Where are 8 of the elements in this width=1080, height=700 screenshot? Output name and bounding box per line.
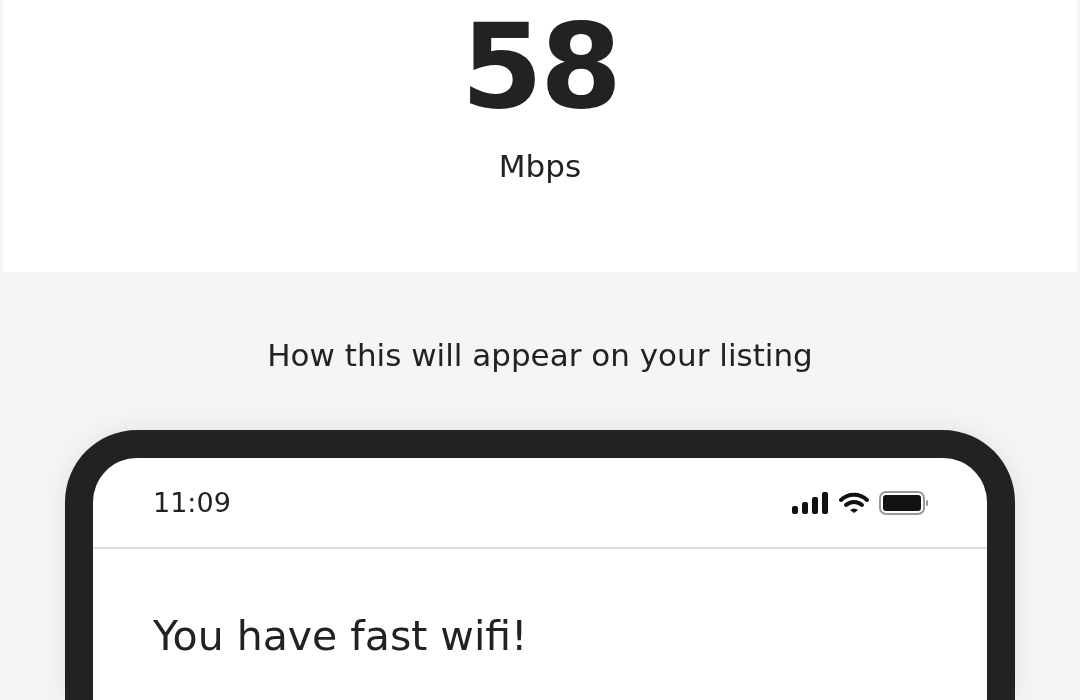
speed-unit: Mbps	[498, 147, 582, 186]
status-time: 11:09	[153, 487, 231, 518]
preview-heading: How this will appear on your listing	[267, 336, 813, 375]
battery-icon	[879, 490, 929, 515]
speed-value: 58	[460, 6, 620, 126]
listing-title: You have fast wifi!	[152, 611, 529, 662]
signal-icon	[792, 491, 829, 514]
wifi-icon	[839, 491, 869, 514]
